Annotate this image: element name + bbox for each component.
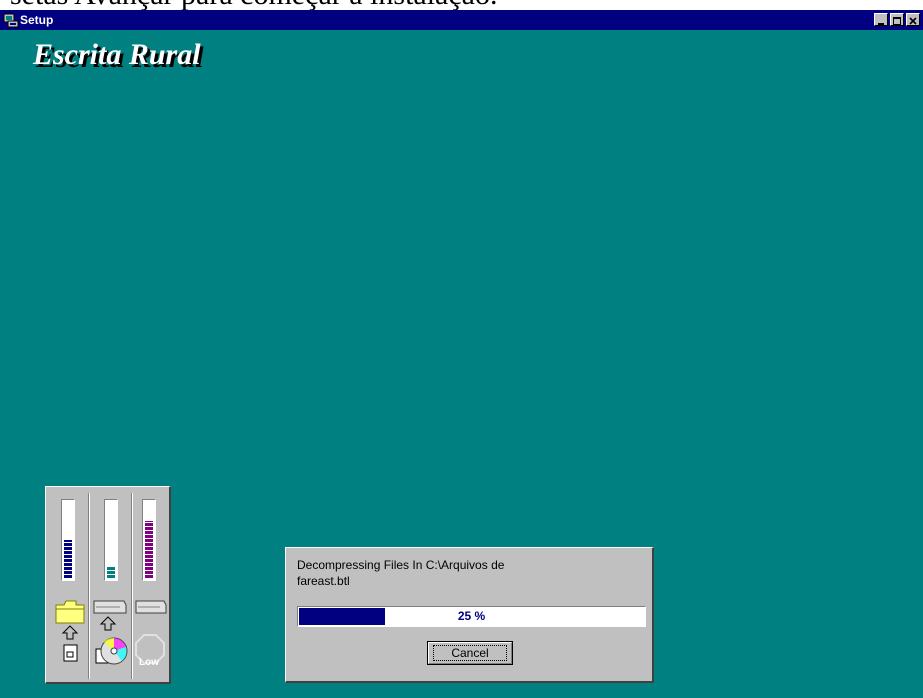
setup-window: Setup Escrita Rural Low Decompressing Fi… bbox=[0, 10, 923, 698]
progress-bar: 25 % bbox=[297, 606, 646, 627]
low-memory-label: Low bbox=[139, 657, 159, 668]
progress-percent-label: 25 % bbox=[457, 609, 486, 623]
close-icon bbox=[909, 17, 917, 25]
memory-meter-fill bbox=[145, 521, 153, 578]
title-bar[interactable]: Setup bbox=[0, 10, 923, 30]
cancel-button-label: Cancel bbox=[433, 645, 507, 661]
window-title: Setup bbox=[20, 13, 54, 27]
status-line-1: Decompressing Files In C:\Arquivos de bbox=[297, 558, 505, 572]
cancel-button[interactable]: Cancel bbox=[427, 641, 513, 665]
minimize-icon bbox=[878, 23, 884, 25]
product-title: Escrita Rural bbox=[33, 38, 201, 71]
status-line-2: fareast.btl bbox=[297, 574, 350, 588]
background-caption: setas Avançar para começar a instalação. bbox=[10, 0, 498, 10]
maximize-button[interactable] bbox=[890, 13, 904, 26]
disk-space-meter-fill bbox=[64, 540, 72, 578]
setup-icon bbox=[3, 13, 19, 28]
disk-space-meter bbox=[61, 499, 75, 581]
status-text: Decompressing Files In C:\Arquivos de fa… bbox=[297, 557, 597, 589]
decompress-dialog: Decompressing Files In C:\Arquivos de fa… bbox=[285, 547, 654, 683]
maximize-icon bbox=[893, 17, 901, 25]
close-button[interactable] bbox=[906, 13, 920, 26]
folder-copy-icon bbox=[55, 600, 85, 662]
install-disk-meter bbox=[104, 499, 118, 581]
meter-divider bbox=[88, 493, 90, 679]
minimize-button[interactable] bbox=[874, 13, 888, 26]
memory-meter bbox=[142, 499, 156, 581]
install-disk-meter-fill bbox=[107, 566, 115, 578]
meter-divider bbox=[131, 493, 133, 679]
drive-cd-icon bbox=[93, 600, 128, 665]
resource-meter-panel: Low bbox=[45, 486, 171, 684]
